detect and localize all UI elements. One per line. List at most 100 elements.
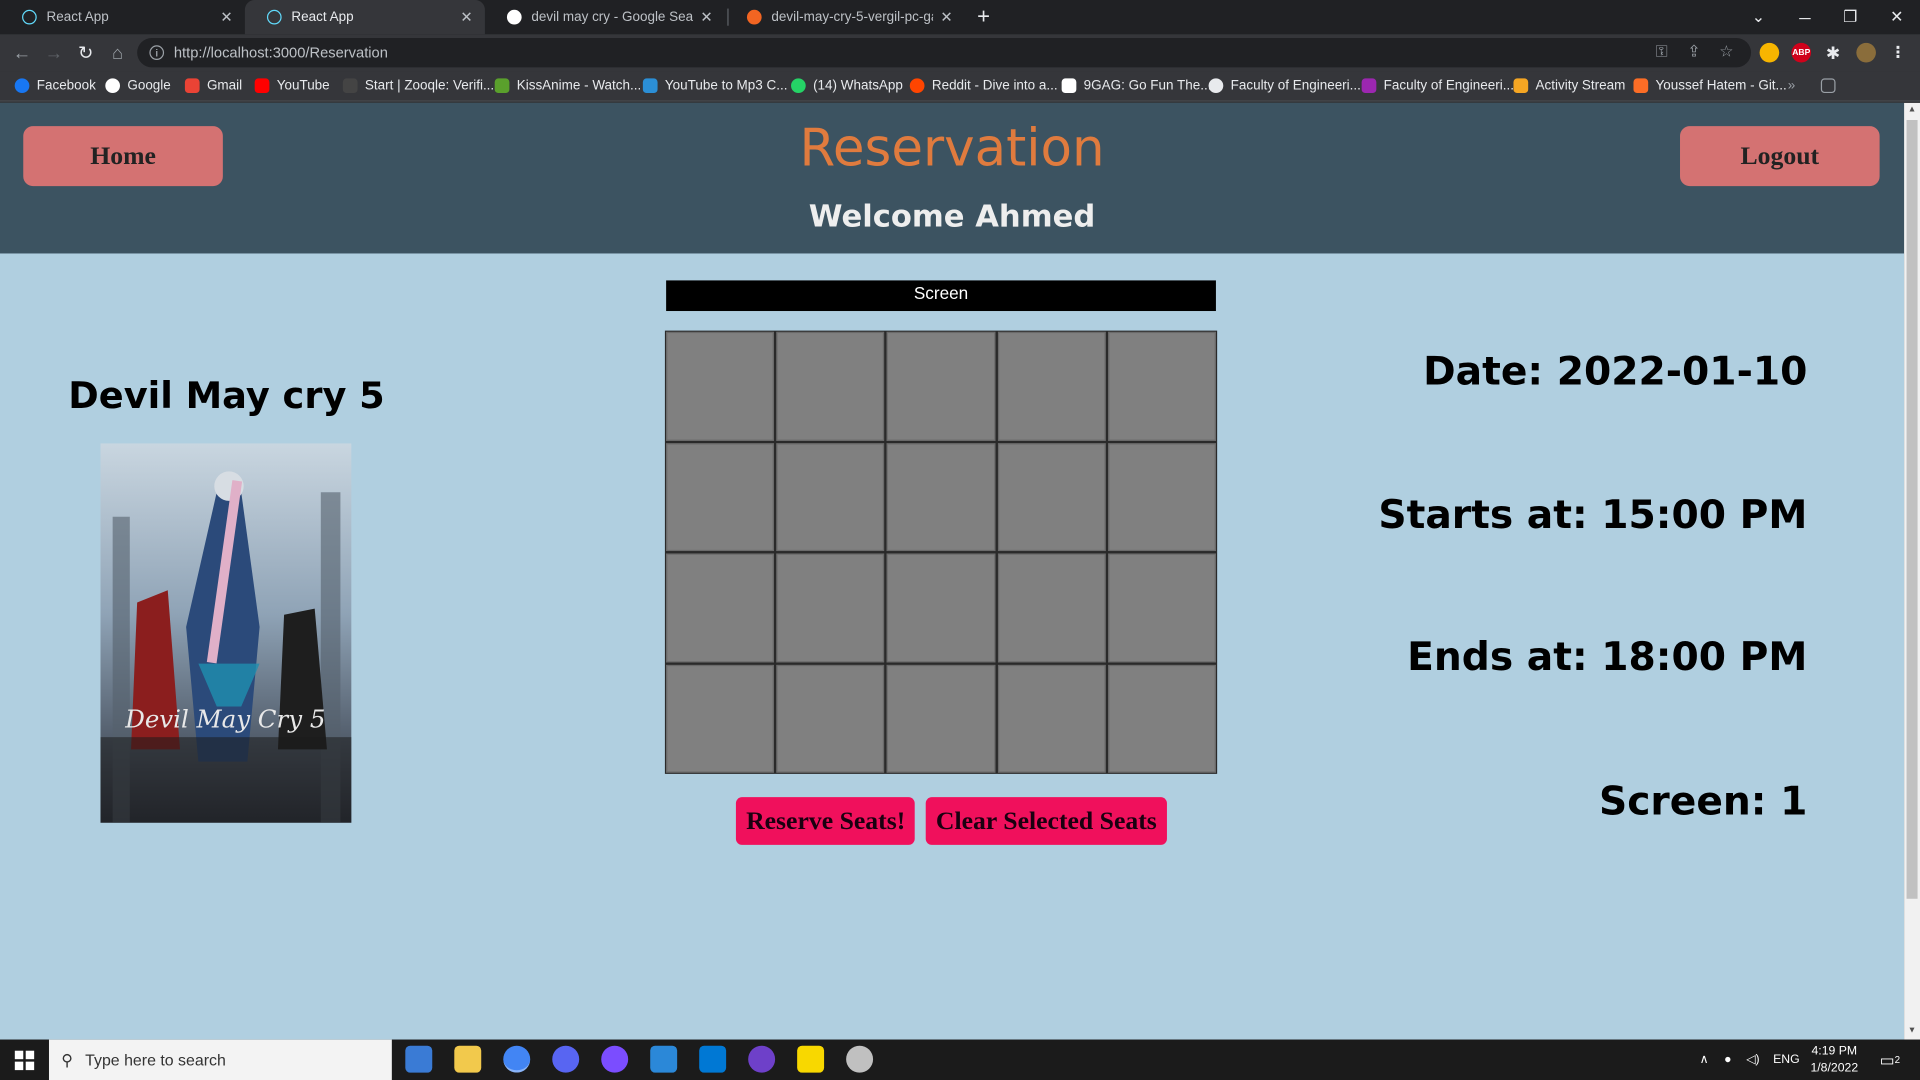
close-icon[interactable]: ✕ [460, 9, 472, 26]
logout-button[interactable]: Logout [1680, 126, 1880, 187]
seat[interactable] [776, 331, 885, 441]
home-icon[interactable]: ⌂ [105, 40, 129, 64]
seat[interactable] [997, 553, 1106, 662]
tab-devil-may-cry[interactable]: devil-may-cry-5-vergil-pc-game- ✕ [725, 0, 965, 34]
address-bar[interactable]: i http://localhost:3000/Reservation ⚿ ⇪ … [137, 37, 1752, 68]
tab-react-app-2[interactable]: React App ✕ [244, 0, 485, 35]
reserve-seats-button[interactable]: Reserve Seats! [736, 797, 916, 845]
file-explorer-icon[interactable] [454, 1045, 482, 1073]
github-desktop-icon[interactable] [748, 1045, 776, 1073]
seat[interactable] [1107, 442, 1216, 552]
seat[interactable] [776, 664, 885, 773]
bookmark-gitlab[interactable]: Youssef Hatem - Git... [1633, 76, 1787, 96]
seat[interactable] [887, 553, 996, 662]
bookmark-kissanime[interactable]: KissAnime - Watch... [494, 76, 641, 96]
discord-icon[interactable] [552, 1045, 580, 1073]
microphone-icon[interactable]: ● [1724, 1040, 1731, 1080]
notifications-icon[interactable]: ▭ 2 [1880, 1040, 1901, 1080]
seat[interactable] [997, 442, 1106, 552]
seat[interactable] [666, 442, 775, 552]
new-tab-button[interactable]: + [977, 4, 990, 30]
adblock-icon[interactable]: ABP [1791, 42, 1812, 63]
forward-icon[interactable]: → [42, 40, 66, 64]
menu-icon[interactable]: ⋮ [1888, 43, 1908, 63]
seat[interactable] [776, 442, 885, 552]
taskbar-app-icon[interactable] [405, 1045, 433, 1073]
poster-image: Devil May Cry 5 [100, 443, 352, 823]
vscode-icon[interactable] [699, 1045, 727, 1073]
seat[interactable] [666, 331, 775, 441]
page-scrollbar[interactable]: ▲ ▼ [1904, 102, 1920, 1040]
seat[interactable] [776, 553, 885, 662]
chrome-icon[interactable] [503, 1045, 531, 1073]
seat[interactable] [997, 331, 1106, 441]
share-icon[interactable]: ⇪ [1687, 42, 1700, 62]
bookmark-google[interactable]: Google [105, 76, 171, 96]
scrollbar-thumb[interactable] [1906, 120, 1918, 899]
tray-chevron-icon[interactable]: ∧ [1700, 1040, 1709, 1080]
back-icon[interactable]: ← [10, 40, 34, 64]
clock-date: 1/8/2022 [1810, 1061, 1859, 1076]
reading-list-icon[interactable] [1820, 76, 1843, 96]
page-header: Home Reservation Welcome Ahmed Logout [0, 102, 1905, 254]
bookmark-faculty-2[interactable]: Faculty of Engineeri... [1361, 76, 1514, 96]
window-close-button[interactable]: ✕ [1873, 0, 1920, 34]
bookmark-label: Facebook [36, 78, 96, 94]
media-player-icon[interactable] [601, 1045, 629, 1073]
tab-google-search[interactable]: devil may cry - Google Search ✕ [485, 0, 725, 34]
postman-icon[interactable] [846, 1045, 874, 1073]
tab-search-icon[interactable]: ⌄ [1735, 0, 1782, 34]
gitlab-icon [1633, 78, 1649, 94]
bookmark-facebook[interactable]: Facebook [14, 76, 96, 96]
minimize-button[interactable]: ─ [1782, 0, 1829, 34]
sticky-notes-icon[interactable] [797, 1045, 825, 1073]
close-icon[interactable]: ✕ [700, 9, 712, 26]
close-icon[interactable]: ✕ [220, 9, 232, 26]
seat[interactable] [1107, 553, 1216, 662]
bookmark-activity-stream[interactable]: Activity Stream [1513, 76, 1625, 96]
tab-label: devil-may-cry-5-vergil-pc-game- [771, 9, 933, 25]
todo-icon[interactable] [650, 1045, 678, 1073]
scroll-down-icon[interactable]: ▼ [1908, 1026, 1916, 1035]
taskbar-clock[interactable]: 4:19 PM 1/8/2022 [1802, 1043, 1866, 1077]
reload-icon[interactable]: ↻ [73, 40, 97, 64]
seat[interactable] [666, 664, 775, 773]
seat[interactable] [997, 664, 1106, 773]
tab-react-app-1[interactable]: React App ✕ [0, 0, 245, 34]
bookmarks-overflow-icon[interactable]: » [1788, 76, 1796, 96]
tab-label: React App [46, 9, 109, 25]
bookmark-star-icon[interactable]: ☆ [1719, 42, 1733, 62]
bookmark-reddit[interactable]: Reddit - Dive into a... [909, 76, 1058, 96]
seat[interactable] [887, 331, 996, 441]
bookmark-faculty-1[interactable]: Faculty of Engineeri... [1208, 76, 1361, 96]
bookmark-whatsapp[interactable]: (14) WhatsApp [791, 76, 903, 96]
scroll-up-icon[interactable]: ▲ [1908, 105, 1916, 114]
whatsapp-icon [791, 78, 806, 94]
bookmark-9gag[interactable]: 9GAG: Go Fun The... [1061, 76, 1211, 96]
windows-start-icon[interactable] [0, 1040, 49, 1080]
extension-icon[interactable] [1759, 42, 1780, 63]
key-icon[interactable]: ⚿ [1656, 42, 1668, 62]
bookmark-gmail[interactable]: Gmail [184, 76, 242, 96]
bookmark-label: YouTube to Mp3 C... [664, 78, 788, 94]
seat[interactable] [887, 664, 996, 773]
taskbar-search-input[interactable]: ⚲ Type here to search [48, 1039, 392, 1080]
bookmark-zooqle[interactable]: Start | Zooqle: Verifi... [342, 76, 494, 96]
ninegag-icon [1061, 78, 1077, 94]
volume-icon[interactable]: ◁) [1746, 1040, 1760, 1080]
restore-button[interactable]: ❐ [1827, 0, 1874, 34]
site-info-icon[interactable]: i [149, 45, 165, 61]
seat[interactable] [1107, 664, 1216, 773]
clear-selected-seats-button[interactable]: Clear Selected Seats [926, 797, 1167, 845]
seat[interactable] [887, 442, 996, 552]
bookmark-label: Faculty of Engineeri... [1383, 78, 1514, 94]
language-indicator[interactable]: ENG [1773, 1040, 1800, 1080]
seat[interactable] [1107, 331, 1216, 441]
avatar[interactable] [1856, 42, 1876, 63]
facebook-icon [14, 78, 30, 94]
close-icon[interactable]: ✕ [940, 9, 952, 26]
bookmark-yt-mp3[interactable]: YouTube to Mp3 C... [642, 76, 788, 96]
puzzle-icon[interactable]: ✱ [1823, 42, 1843, 63]
bookmark-youtube[interactable]: YouTube [254, 76, 330, 96]
seat[interactable] [666, 553, 775, 662]
